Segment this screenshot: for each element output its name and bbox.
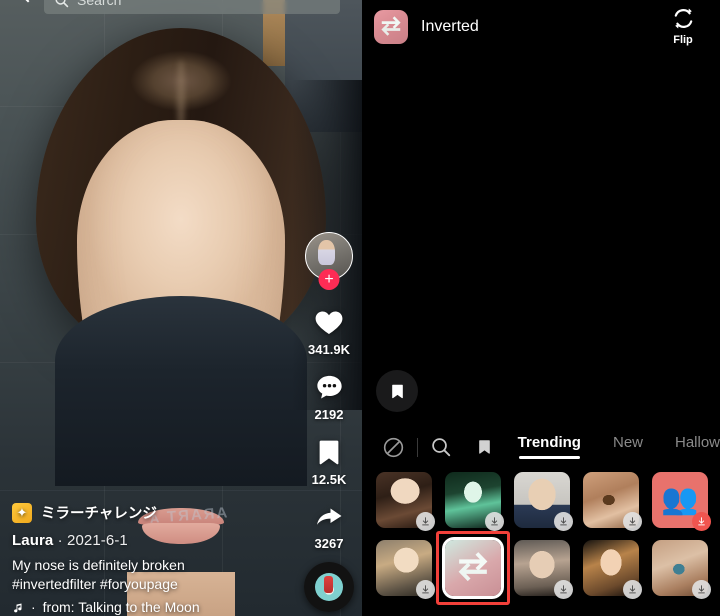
- bookmark-button[interactable]: 12.5K: [311, 437, 347, 487]
- effect-item-9[interactable]: [583, 540, 642, 599]
- video-feed-pane[interactable]: ᴀ TЯAЯA Search + 341.9K 2192 12.5K 3267 …: [0, 0, 362, 616]
- music-title: from: Talking to the Moon: [42, 599, 200, 615]
- twin-face-icon: 👥: [661, 483, 699, 516]
- download-arrow-icon: [698, 585, 705, 594]
- bookmark-icon: [391, 384, 403, 398]
- post-date: 2021-6-1: [67, 532, 128, 549]
- inverted-arrows-glyph: [381, 16, 401, 36]
- camera-preview[interactable]: [362, 54, 720, 418]
- effect-tag[interactable]: ✦ ミラーチャレンジ: [12, 502, 304, 523]
- download-badge[interactable]: [692, 580, 711, 599]
- download-badge[interactable]: [554, 580, 573, 599]
- save-effect-button[interactable]: [376, 370, 418, 412]
- effect-item-10[interactable]: [652, 540, 711, 599]
- toolbar-divider: [416, 437, 418, 457]
- like-count: 341.9K: [308, 342, 350, 357]
- tiktok-effect-screen: ᴀ TЯAЯA Search + 341.9K 2192 12.5K 3267 …: [0, 0, 720, 616]
- share-arrow-icon: [317, 508, 342, 525]
- tab-new[interactable]: New: [613, 434, 643, 460]
- effect-item-1[interactable]: [376, 472, 435, 531]
- effect-tab-bar: Trending New Hallow: [362, 424, 720, 470]
- bookmark-icon: [319, 440, 339, 465]
- effect-item-5[interactable]: 👥: [652, 472, 711, 531]
- bookmark-icon: [478, 440, 490, 454]
- flip-label: Flip: [673, 34, 693, 46]
- effect-item-6[interactable]: [376, 540, 435, 599]
- follow-button[interactable]: +: [318, 269, 340, 290]
- effect-title: Inverted: [421, 18, 479, 35]
- download-badge[interactable]: [416, 580, 435, 599]
- effect-grid-row: [376, 531, 720, 605]
- download-arrow-icon: [629, 517, 636, 526]
- inverted-filter-icon: [374, 10, 408, 44]
- description-line-1: My nose is definitely broken: [12, 557, 185, 573]
- no-effect-button[interactable]: [372, 436, 415, 459]
- search-effects-button[interactable]: [420, 436, 463, 458]
- action-rail: + 341.9K 2192 12.5K 3267: [300, 232, 358, 566]
- no-effect-icon: [383, 437, 404, 457]
- music-disc-art: [315, 573, 343, 601]
- author-separator: ·: [57, 532, 63, 549]
- author-avatar-button[interactable]: +: [305, 232, 353, 290]
- download-badge[interactable]: [416, 512, 435, 531]
- tab-halloween[interactable]: Hallow: [675, 434, 720, 460]
- bookmark-count: 12.5K: [311, 472, 347, 487]
- share-count: 3267: [314, 536, 344, 551]
- music-prefix: ·: [31, 599, 36, 615]
- download-arrow-icon: [560, 585, 567, 594]
- flip-camera-button[interactable]: Flip: [660, 6, 706, 46]
- effect-item-inverted-selected[interactable]: [436, 531, 510, 605]
- tab-trending[interactable]: Trending: [518, 434, 581, 460]
- subject-face: [55, 120, 307, 616]
- download-arrow-icon: [560, 517, 567, 526]
- download-badge[interactable]: [485, 512, 504, 531]
- share-button[interactable]: 3267: [312, 502, 346, 551]
- comment-count: 2192: [314, 407, 344, 422]
- heart-icon: [315, 311, 343, 334]
- download-arrow-icon: [491, 517, 498, 526]
- comment-button[interactable]: 2192: [313, 372, 346, 422]
- download-arrow-icon: [629, 585, 636, 594]
- effect-tag-label: ミラーチャレンジ: [41, 506, 157, 522]
- description-line-2[interactable]: #invertedfilter #foryoupage: [12, 575, 304, 594]
- effect-sparkle-icon: ✦: [12, 502, 32, 523]
- download-badge-active[interactable]: [692, 512, 711, 531]
- music-row[interactable]: · from: Talking to the Moon: [12, 599, 304, 616]
- search-placeholder: Search: [77, 0, 122, 8]
- like-button[interactable]: 341.9K: [308, 306, 350, 357]
- inverted-arrows-glyph: [458, 552, 488, 582]
- effect-grid-row: 👥: [376, 472, 720, 531]
- music-note-icon: [14, 603, 22, 612]
- download-badge[interactable]: [623, 512, 642, 531]
- author-name: Laura: [12, 532, 54, 549]
- turtleneck-sweater: [55, 296, 307, 486]
- author-row[interactable]: Laura · 2021-6-1: [12, 532, 304, 549]
- search-bar[interactable]: Search: [44, 0, 340, 14]
- effect-grid: 👥: [362, 472, 720, 605]
- music-disc[interactable]: [304, 562, 354, 612]
- download-badge[interactable]: [554, 512, 573, 531]
- search-icon: [432, 438, 451, 457]
- video-caption: ✦ ミラーチャレンジ Laura · 2021-6-1 My nose is d…: [12, 502, 304, 616]
- effect-panel: Inverted Flip Trending New Hallow 👥: [362, 0, 720, 616]
- effect-header: Inverted Flip: [362, 0, 720, 54]
- effect-item-2[interactable]: [445, 472, 504, 531]
- video-description: My nose is definitely broken #invertedfi…: [12, 556, 304, 594]
- search-icon: [55, 0, 69, 7]
- effect-thumbnail: [445, 540, 501, 596]
- download-arrow-icon: [422, 517, 429, 526]
- avatar-figure: [318, 240, 335, 265]
- effect-item-4[interactable]: [583, 472, 642, 531]
- download-arrow-icon: [422, 585, 429, 594]
- comment-icon: [316, 375, 342, 399]
- favorite-effects-button[interactable]: [463, 437, 506, 457]
- download-arrow-icon: [698, 517, 705, 526]
- effect-item-3[interactable]: [514, 472, 573, 531]
- effect-item-8[interactable]: [514, 540, 573, 599]
- download-badge[interactable]: [623, 580, 642, 599]
- rotate-icon: [674, 8, 692, 29]
- category-tabs: Trending New Hallow: [518, 434, 720, 460]
